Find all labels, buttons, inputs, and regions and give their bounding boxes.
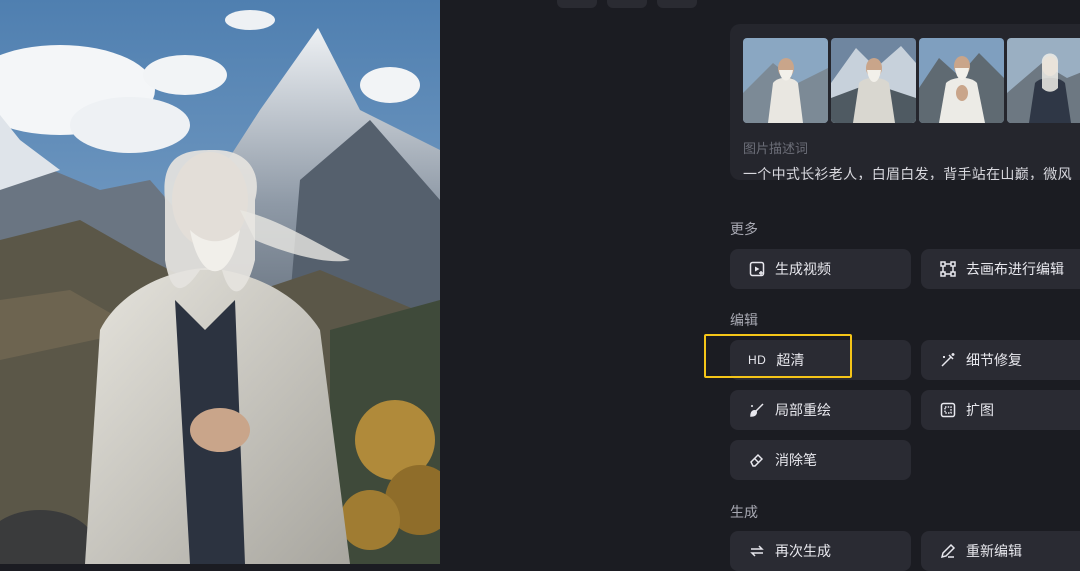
eraser-icon — [748, 451, 766, 469]
video-generate-icon — [748, 260, 766, 278]
prompt-text: 一个中式长衫老人，白眉白发，背手站在山巅，微风 — [743, 166, 1072, 180]
regenerate-label: 再次生成 — [775, 543, 831, 559]
preview-image — [0, 0, 440, 564]
magic-wand-icon — [939, 351, 957, 369]
top-toolbar-button-2[interactable] — [607, 0, 647, 8]
thumbnail-1[interactable] — [743, 38, 828, 123]
thumbnail-strip — [743, 38, 1080, 123]
expand-image-label: 扩图 — [966, 402, 994, 418]
expand-icon — [939, 401, 957, 419]
thumbnail-2[interactable] — [831, 38, 916, 123]
thumbnail-4[interactable] — [1007, 38, 1080, 123]
thumbnail-3[interactable] — [919, 38, 1004, 123]
partial-redraw-button[interactable]: 局部重绘 — [730, 390, 911, 430]
regenerate-button[interactable]: 再次生成 — [730, 531, 911, 571]
brush-icon — [748, 401, 766, 419]
partial-redraw-label: 局部重绘 — [775, 402, 831, 418]
eraser-button[interactable]: 消除笔 — [730, 440, 911, 480]
top-toolbar-button-1[interactable] — [557, 0, 597, 8]
pencil-icon — [939, 542, 957, 560]
detail-repair-label: 细节修复 — [966, 352, 1022, 368]
regenerate-icon — [748, 542, 766, 560]
section-title-edit: 编辑 — [730, 312, 758, 328]
generate-video-button[interactable]: 生成视频 — [730, 249, 911, 289]
hd-icon: HD — [748, 353, 767, 367]
result-card: 图片描述词 一个中式长衫老人，白眉白发，背手站在山巅，微风 — [730, 24, 1080, 180]
hd-upscale-button[interactable]: HD 超清 — [730, 340, 911, 380]
expand-image-button[interactable]: 扩图 — [921, 390, 1080, 430]
generate-video-label: 生成视频 — [775, 261, 831, 277]
re-edit-label: 重新编辑 — [966, 543, 1022, 559]
eraser-label: 消除笔 — [775, 452, 817, 468]
canvas-edit-button[interactable]: 去画布进行编辑 — [921, 249, 1080, 289]
top-toolbar-button-3[interactable] — [657, 0, 697, 8]
preview-illustration — [0, 0, 440, 564]
section-title-more: 更多 — [730, 221, 758, 237]
hd-upscale-label: 超清 — [776, 352, 805, 368]
canvas-edit-icon — [939, 260, 957, 278]
section-title-generate: 生成 — [730, 504, 758, 520]
re-edit-button[interactable]: 重新编辑 — [921, 531, 1080, 571]
canvas-edit-label: 去画布进行编辑 — [966, 261, 1064, 277]
prompt-label: 图片描述词 — [743, 141, 809, 156]
detail-repair-button[interactable]: 细节修复 — [921, 340, 1080, 380]
